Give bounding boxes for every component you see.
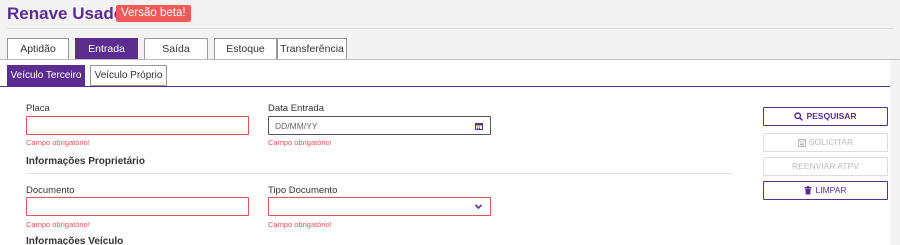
save-icon [797,138,806,147]
pesquisar-button[interactable]: PESQUISAR [763,107,888,126]
beta-badge: Versão beta! [116,5,191,22]
placa-error: Campo obrigatório! [26,138,90,147]
documento-error: Campo obrigatório! [26,220,90,229]
chevron-down-icon [474,204,483,210]
pesquisar-label: PESQUISAR [806,111,857,121]
data-entrada-placeholder: DD/MM/YY [275,121,318,131]
tipo-documento-label: Tipo Documento [268,185,338,196]
subtab-veiculo-proprio[interactable]: Veículo Próprio [90,65,167,86]
tipo-documento-select[interactable] [268,197,491,216]
limpar-label: LIMPAR [815,185,847,195]
page-header: Renave Usado Versão beta! [0,0,900,28]
data-entrada-label: Data Entrada [268,103,324,114]
tab-aptidao[interactable]: Aptidão [7,38,69,60]
trash-icon [804,186,812,195]
section-proprietario: Informações Proprietário [26,156,145,167]
tab-saida[interactable]: Saída [144,38,208,60]
reenviar-atpv-label: REENVIAR ATPV [792,161,859,171]
limpar-button[interactable]: LIMPAR [763,181,888,200]
search-icon [794,112,804,122]
calendar-icon[interactable] [475,122,483,130]
documento-input[interactable] [26,197,249,216]
solicitar-button[interactable]: SOLICITAR [763,133,888,152]
data-entrada-input[interactable]: DD/MM/YY [268,116,491,135]
subtabs-divider [0,86,890,87]
tab-transferencia[interactable]: Transferência [277,38,347,60]
section-veiculo: Informações Veículo [26,236,124,245]
placa-label: Placa [26,103,50,114]
tab-estoque[interactable]: Estoque [214,38,277,60]
entrada-panel: Veículo Terceiro Veículo Próprio Placa C… [0,60,890,245]
placa-input[interactable] [26,116,249,135]
subtab-veiculo-terceiro[interactable]: Veículo Terceiro [7,65,85,86]
section-divider [26,173,732,174]
header-divider [7,28,893,29]
solicitar-label: SOLICITAR [808,137,854,147]
documento-label: Documento [26,185,75,196]
reenviar-atpv-button[interactable]: REENVIAR ATPV [763,157,888,176]
data-entrada-error: Campo obrigatório! [268,138,332,147]
tipo-documento-error: Campo obrigatório! [268,220,332,229]
page-title: Renave Usado [7,4,125,23]
tab-entrada[interactable]: Entrada [75,38,138,60]
